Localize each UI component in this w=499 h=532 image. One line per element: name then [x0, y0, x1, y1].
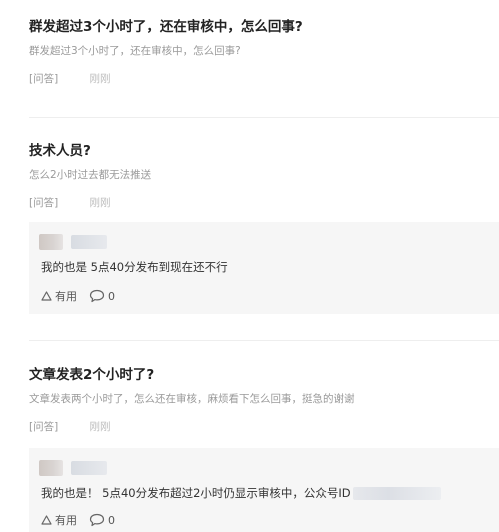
answer-actions: 有用 0: [41, 512, 115, 528]
answer-text-line: 我的也是！ 5点40分发布超过2小时仍显示审核中，公众号ID: [41, 486, 441, 501]
avatar: [39, 460, 63, 476]
divider: [29, 117, 499, 118]
comment-count: 0: [108, 513, 115, 527]
question-tag: [问答]: [29, 197, 59, 209]
answer-actions: 有用 0: [41, 288, 115, 304]
question-tag: [问答]: [29, 73, 59, 85]
useful-button[interactable]: 有用: [41, 288, 77, 304]
useful-label: 有用: [55, 290, 77, 303]
useful-label: 有用: [55, 514, 77, 527]
question-meta: [问答] 刚刚: [29, 196, 499, 210]
thumb-up-icon: [41, 291, 52, 301]
question-item[interactable]: 群发超过3个小时了，还在审核中，怎么回事? 群发超过3个小时了，还在审核中，怎么…: [29, 18, 499, 86]
question-time: 刚刚: [89, 197, 111, 209]
question-title[interactable]: 群发超过3个小时了，还在审核中，怎么回事?: [29, 18, 499, 36]
question-description: 怎么2小时过去都无法推送: [29, 169, 152, 181]
divider: [29, 340, 499, 341]
author-name-redacted: [71, 235, 107, 249]
answer-card: 我的也是！ 5点40分发布超过2小时仍显示审核中，公众号ID 有用 0: [29, 448, 499, 532]
question-item[interactable]: 文章发表2个小时了? 文章发表两个小时了，怎么还在审核，麻烦看下怎么回事，挺急的…: [29, 366, 499, 434]
comment-button[interactable]: 0: [89, 289, 115, 303]
question-time: 刚刚: [89, 421, 111, 433]
answer-text: 我的也是！ 5点40分发布超过2小时仍显示审核中，公众号ID: [41, 486, 351, 500]
question-time: 刚刚: [89, 73, 111, 85]
useful-button[interactable]: 有用: [41, 512, 77, 528]
question-description: 文章发表两个小时了，怎么还在审核，麻烦看下怎么回事，挺急的谢谢: [29, 393, 355, 405]
answer-author: [39, 460, 107, 476]
comment-icon: [89, 289, 105, 303]
comment-button[interactable]: 0: [89, 513, 115, 527]
question-item[interactable]: 技术人员? 怎么2小时过去都无法推送 [问答] 刚刚: [29, 142, 499, 210]
avatar: [39, 234, 63, 250]
question-title[interactable]: 文章发表2个小时了?: [29, 366, 499, 384]
question-description: 群发超过3个小时了，还在审核中，怎么回事?: [29, 45, 241, 57]
answer-text: 我的也是 5点40分发布到现在还不行: [41, 260, 228, 274]
account-id-redacted: [352, 487, 441, 500]
question-meta: [问答] 刚刚: [29, 420, 499, 434]
question-title[interactable]: 技术人员?: [29, 142, 499, 160]
qa-feed: 群发超过3个小时了，还在审核中，怎么回事? 群发超过3个小时了，还在审核中，怎么…: [0, 0, 499, 532]
question-meta: [问答] 刚刚: [29, 72, 499, 86]
question-tag: [问答]: [29, 421, 59, 433]
author-name-redacted: [71, 461, 107, 475]
answer-card: 我的也是 5点40分发布到现在还不行 有用 0: [29, 222, 499, 314]
comment-count: 0: [108, 289, 115, 303]
thumb-up-icon: [41, 515, 52, 525]
answer-author: [39, 234, 107, 250]
comment-icon: [89, 513, 105, 527]
